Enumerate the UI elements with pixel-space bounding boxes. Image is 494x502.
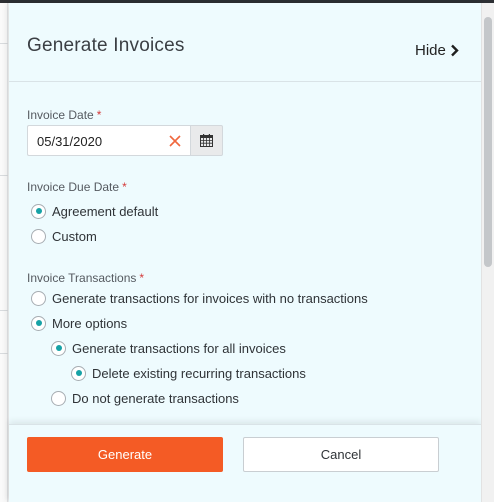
- close-icon[interactable]: [169, 135, 181, 147]
- required-marker: *: [122, 180, 127, 194]
- radio-label: Delete existing recurring transactions: [92, 365, 306, 381]
- scrollbar-thumb[interactable]: [484, 17, 492, 267]
- radio-button[interactable]: [31, 290, 46, 306]
- panel-header: Generate Invoices Hide: [9, 3, 481, 82]
- radio-label: Generate transactions for all invoices: [72, 340, 286, 356]
- delete-recurring-transactions-radio[interactable]: Delete existing recurring transactions: [71, 364, 306, 382]
- generate-invoices-panel: Generate Invoices Hide Invoice Date* Inv…: [9, 3, 481, 502]
- invoice-transactions-label: Invoice Transactions *: [27, 271, 145, 285]
- invoice-due-date-label: Invoice Due Date *: [27, 180, 127, 194]
- radio-label: More options: [52, 315, 128, 331]
- calendar-icon: [200, 134, 213, 147]
- generate-button[interactable]: Generate: [27, 437, 223, 472]
- transactions-all-invoices-radio[interactable]: Generate transactions for all invoices: [51, 339, 286, 357]
- radio-label: Do not generate transactions: [72, 390, 239, 406]
- transactions-do-not-generate-radio[interactable]: Do not generate transactions: [51, 389, 239, 407]
- transactions-no-transactions-radio[interactable]: Generate transactions for invoices with …: [31, 289, 368, 307]
- radio-label: Custom: [52, 228, 97, 244]
- scrollbar[interactable]: [481, 3, 494, 502]
- background-page: [0, 3, 8, 502]
- required-marker: *: [139, 271, 145, 285]
- hide-button[interactable]: Hide: [415, 40, 459, 60]
- due-date-custom-radio[interactable]: Custom: [31, 227, 97, 245]
- radio-button[interactable]: [51, 340, 66, 356]
- radio-button[interactable]: [31, 228, 46, 244]
- radio-button[interactable]: [71, 365, 86, 381]
- invoice-date-field[interactable]: [27, 125, 190, 156]
- radio-button[interactable]: [51, 390, 66, 406]
- due-date-agreement-default-radio[interactable]: Agreement default: [31, 202, 158, 220]
- radio-button[interactable]: [31, 203, 46, 219]
- hide-label: Hide: [415, 41, 446, 59]
- radio-label: Agreement default: [52, 203, 159, 219]
- invoice-date-label: Invoice Date *: [27, 108, 102, 122]
- transactions-more-options-radio[interactable]: More options: [31, 314, 127, 332]
- cancel-button[interactable]: Cancel: [243, 437, 439, 472]
- invoice-date-input[interactable]: [37, 132, 157, 150]
- calendar-button[interactable]: [190, 125, 223, 156]
- chevron-right-icon: [451, 44, 459, 56]
- radio-button[interactable]: [31, 315, 46, 331]
- background-divider: [0, 43, 8, 44]
- panel-footer: Generate Cancel: [9, 424, 481, 502]
- required-marker: *: [96, 108, 102, 122]
- background-divider: [0, 353, 8, 354]
- background-divider: [0, 310, 8, 311]
- radio-label: Generate transactions for invoices with …: [52, 290, 368, 306]
- page-title: Generate Invoices: [27, 35, 185, 56]
- background-divider: [0, 175, 8, 176]
